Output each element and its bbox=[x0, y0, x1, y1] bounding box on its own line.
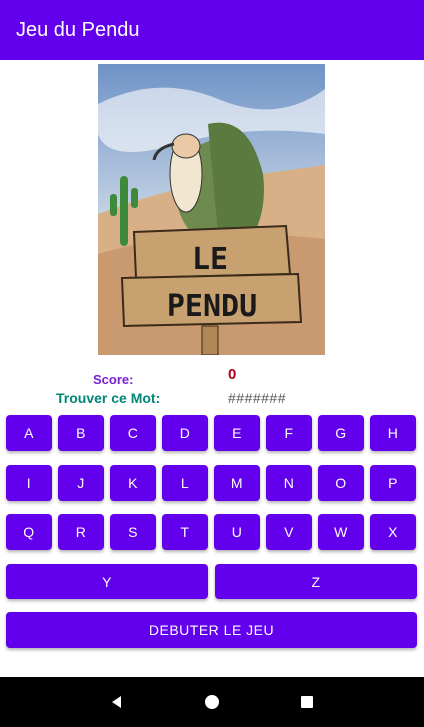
score-label: Score: bbox=[93, 372, 134, 387]
app-title: Jeu du Pendu bbox=[16, 18, 140, 41]
key-z[interactable]: Z bbox=[215, 564, 417, 599]
key-w[interactable]: W bbox=[318, 514, 364, 550]
hangman-illustration: LE PENDU bbox=[98, 64, 325, 355]
home-icon[interactable] bbox=[202, 692, 222, 712]
key-o[interactable]: O bbox=[318, 465, 364, 501]
key-p[interactable]: P bbox=[370, 465, 416, 501]
key-j[interactable]: J bbox=[58, 465, 104, 501]
sign-text-line1: LE bbox=[192, 242, 228, 277]
key-g[interactable]: G bbox=[318, 415, 364, 451]
key-k[interactable]: K bbox=[110, 465, 156, 501]
app-bar: Jeu du Pendu bbox=[0, 0, 424, 60]
key-s[interactable]: S bbox=[110, 514, 156, 550]
back-icon[interactable] bbox=[107, 692, 127, 712]
sign-text-line2: PENDU bbox=[167, 289, 257, 324]
key-m[interactable]: M bbox=[214, 465, 260, 501]
key-y[interactable]: Y bbox=[6, 564, 208, 599]
key-t[interactable]: T bbox=[162, 514, 208, 550]
key-h[interactable]: H bbox=[370, 415, 416, 451]
key-c[interactable]: C bbox=[110, 415, 156, 451]
key-l[interactable]: L bbox=[162, 465, 208, 501]
key-d[interactable]: D bbox=[162, 415, 208, 451]
key-x[interactable]: X bbox=[370, 514, 416, 550]
key-q[interactable]: Q bbox=[6, 514, 52, 550]
key-a[interactable]: A bbox=[6, 415, 52, 451]
key-f[interactable]: F bbox=[266, 415, 312, 451]
recents-icon[interactable] bbox=[297, 692, 317, 712]
key-b[interactable]: B bbox=[58, 415, 104, 451]
key-n[interactable]: N bbox=[266, 465, 312, 501]
find-word-label: Trouver ce Mot: bbox=[56, 390, 161, 406]
start-game-button[interactable]: DEBUTER LE JEU bbox=[6, 612, 417, 648]
key-r[interactable]: R bbox=[58, 514, 104, 550]
key-u[interactable]: U bbox=[214, 514, 260, 550]
key-v[interactable]: V bbox=[266, 514, 312, 550]
key-e[interactable]: E bbox=[214, 415, 260, 451]
score-value: 0 bbox=[228, 366, 237, 383]
key-i[interactable]: I bbox=[6, 465, 52, 501]
word-mask: ####### bbox=[228, 390, 287, 406]
system-nav-bar bbox=[0, 677, 424, 727]
